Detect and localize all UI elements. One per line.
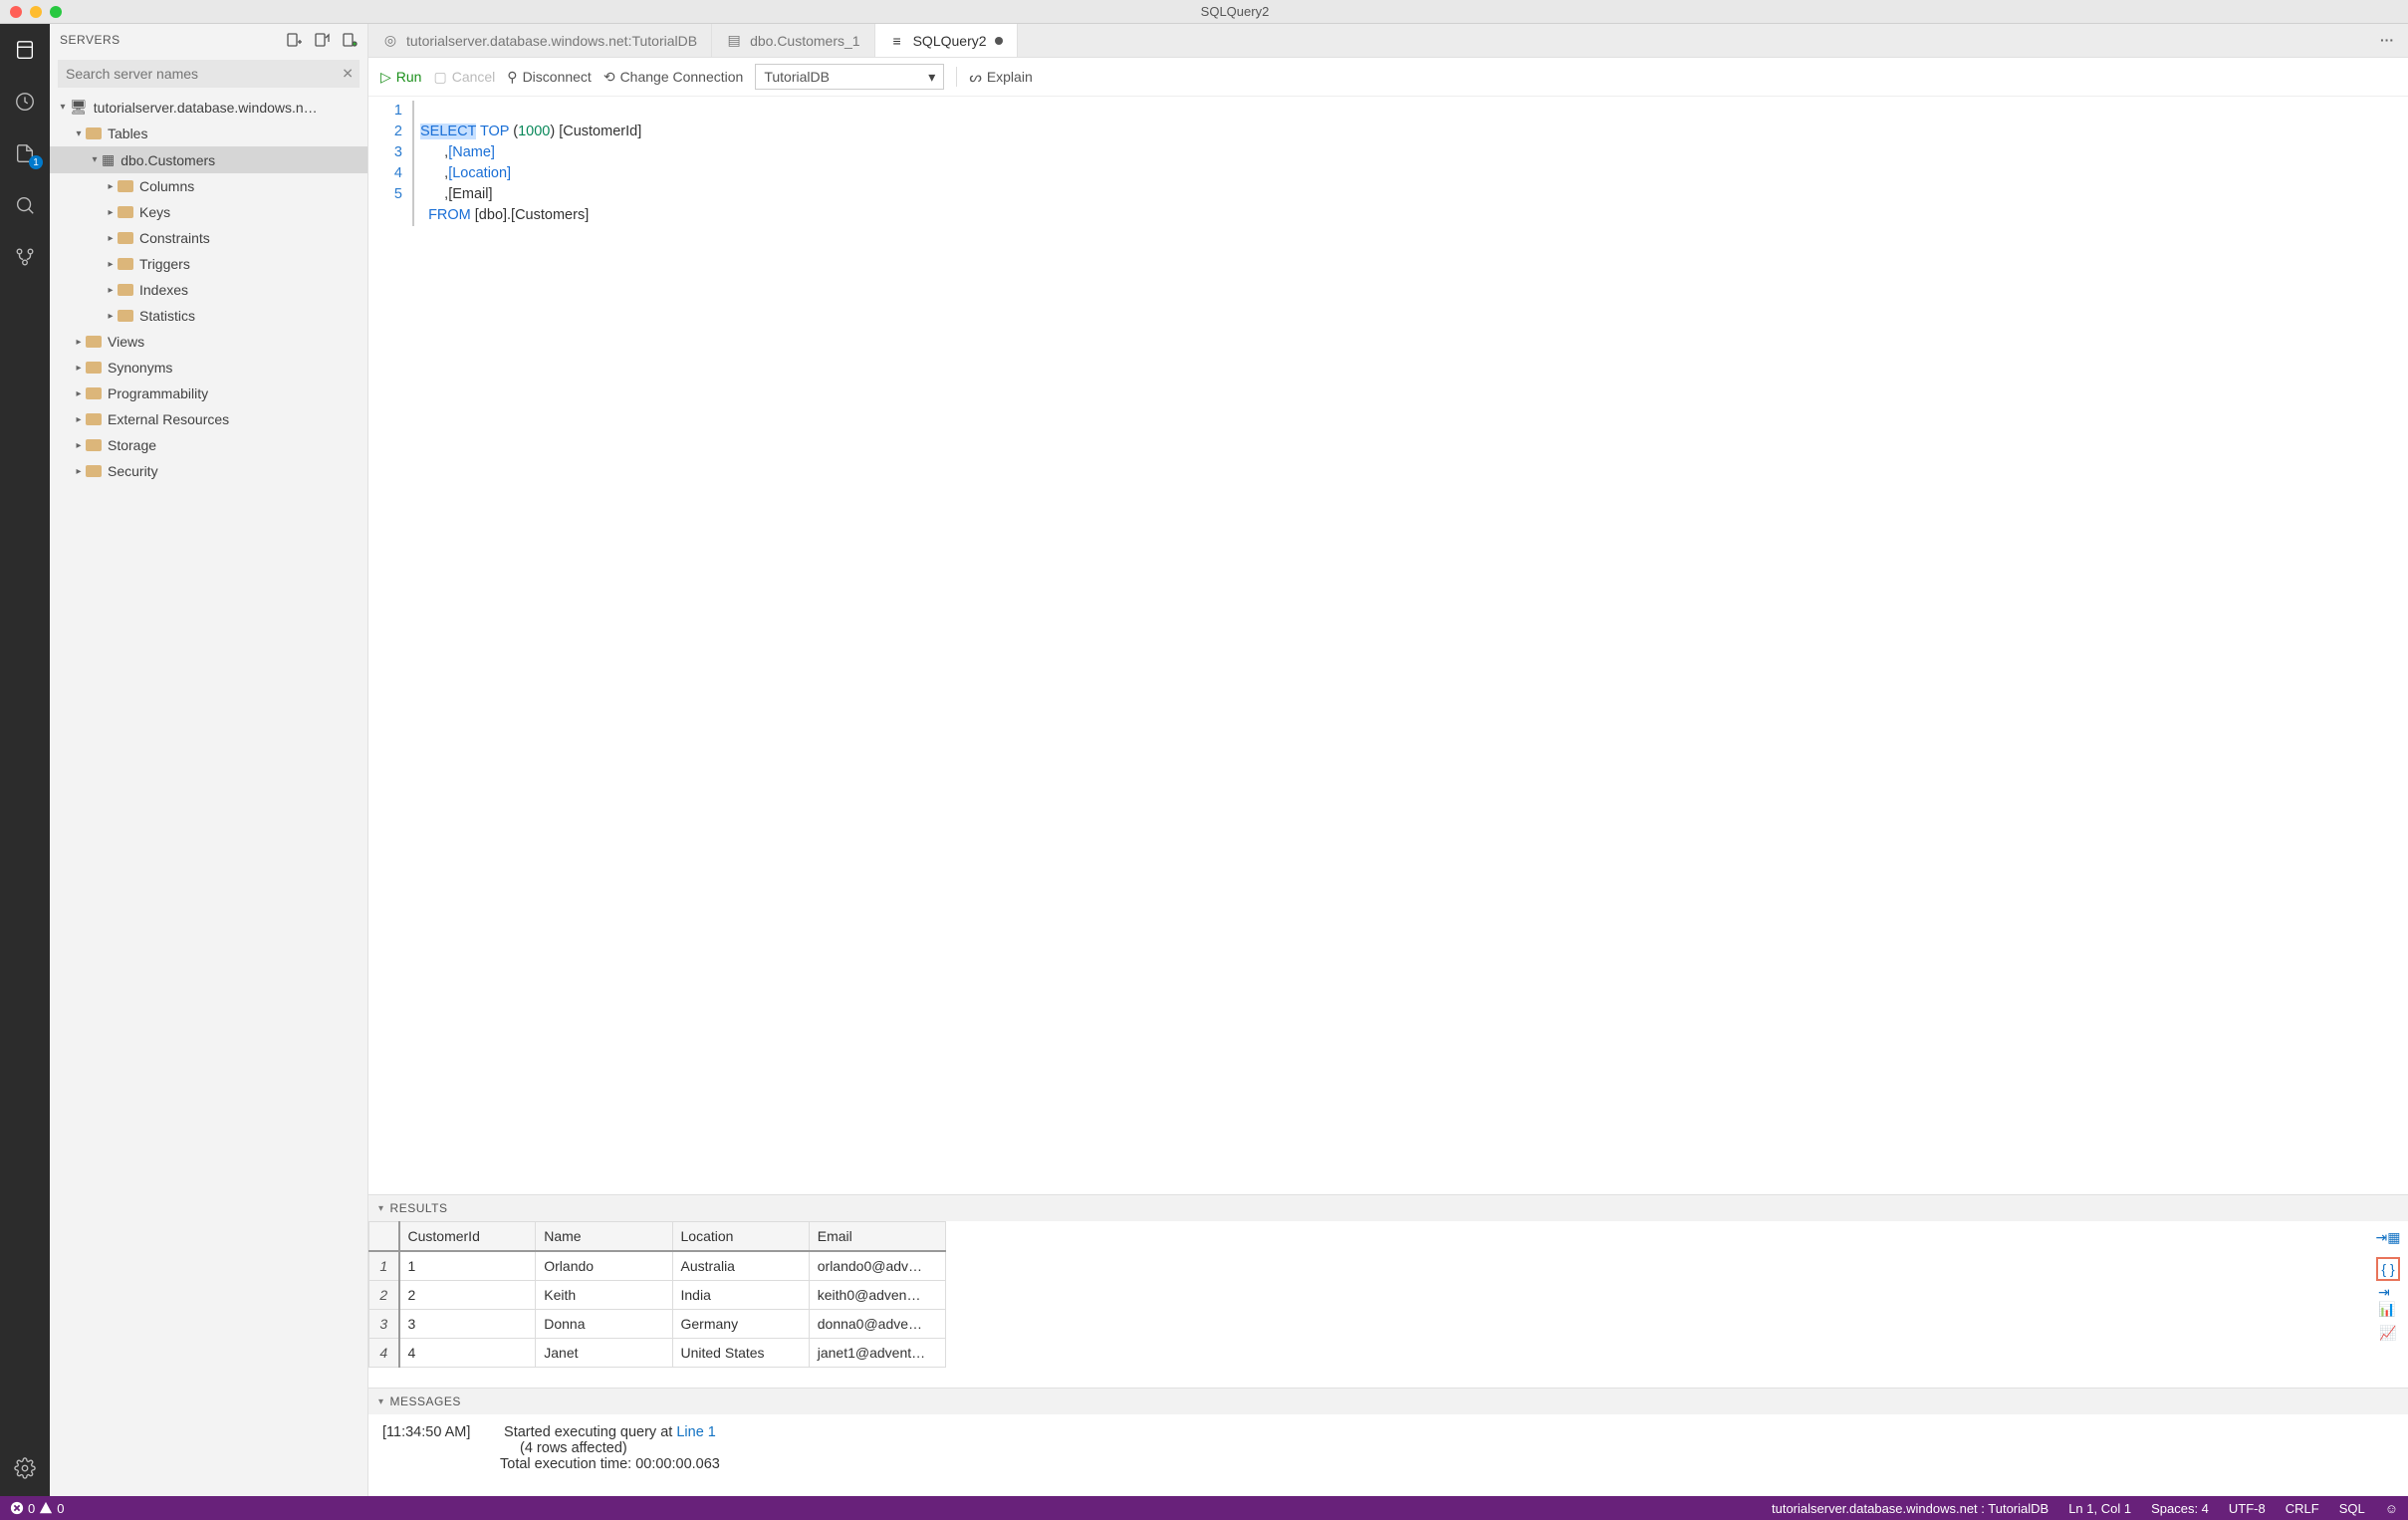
window-title: SQLQuery2 (62, 4, 2408, 19)
database-select[interactable]: TutorialDB (755, 64, 944, 90)
tab-overflow-button[interactable]: ··· (2366, 24, 2408, 57)
table-row[interactable]: 33DonnaGermanydonna0@adve… (369, 1310, 946, 1339)
activity-bar: 1 (0, 24, 50, 1496)
tree-folder[interactable]: ▸Columns (50, 173, 367, 199)
server-node[interactable]: ▾🖥 tutorialserver.database.windows.n… (50, 94, 367, 121)
tree-folder[interactable]: ▸Views (50, 329, 367, 355)
settings-activity-icon[interactable] (11, 1454, 39, 1482)
source-control-activity-icon[interactable] (11, 243, 39, 271)
sidebar-title: SERVERS (60, 33, 286, 47)
table-row[interactable]: 44JanetUnited Statesjanet1@advent… (369, 1339, 946, 1368)
line-gutter: 12345 (368, 101, 412, 226)
explorer-badge: 1 (29, 155, 43, 169)
save-excel-icon[interactable]: ⇥📊 (2378, 1291, 2398, 1311)
explain-button[interactable]: ᔕ Explain (969, 69, 1032, 86)
code-content[interactable]: SELECT TOP (1000) [CustomerId] ,[Name] ,… (412, 101, 2408, 226)
editor-tabs: ◎tutorialserver.database.windows.net:Tut… (368, 24, 2408, 58)
explorer-activity-icon[interactable]: 1 (11, 139, 39, 167)
tree-folder[interactable]: ▸Programmability (50, 380, 367, 406)
refresh-servers-icon[interactable] (342, 32, 358, 48)
tree-folder[interactable]: ▸Indexes (50, 277, 367, 303)
server-tree: ▾🖥 tutorialserver.database.windows.n… ▾ … (50, 94, 367, 1496)
status-language[interactable]: SQL (2329, 1501, 2375, 1516)
message-line-link[interactable]: Line 1 (676, 1424, 716, 1440)
servers-sidebar: SERVERS ✕ ▾🖥 tutorialserver.database.win… (50, 24, 368, 1496)
status-encoding[interactable]: UTF-8 (2219, 1501, 2276, 1516)
servers-activity-icon[interactable] (11, 36, 39, 64)
dirty-indicator-icon (995, 37, 1003, 45)
cancel-button[interactable]: ▢ Cancel (433, 69, 495, 86)
sql-editor[interactable]: 12345 SELECT TOP (1000) [CustomerId] ,[N… (368, 97, 2408, 230)
status-errors[interactable]: 0 0 (0, 1501, 74, 1516)
status-position[interactable]: Ln 1, Col 1 (2058, 1501, 2141, 1516)
tree-folder[interactable]: ▸Synonyms (50, 355, 367, 380)
disconnect-button[interactable]: ⚲ Disconnect (507, 69, 592, 86)
tree-folder[interactable]: ▸Statistics (50, 303, 367, 329)
status-bar: 0 0 tutorialserver.database.windows.net … (0, 1496, 2408, 1520)
save-json-icon[interactable]: { } (2378, 1259, 2398, 1279)
chart-icon[interactable]: 📈 (2378, 1323, 2398, 1343)
status-eol[interactable]: CRLF (2276, 1501, 2329, 1516)
editor-tab[interactable]: ▤dbo.Customers_1 (712, 24, 875, 57)
tables-node[interactable]: ▾ Tables (50, 121, 367, 146)
change-connection-button[interactable]: ⟲ Change Connection (603, 69, 744, 86)
close-window-button[interactable] (10, 6, 22, 18)
result-actions: ⇥▦ { } ⇥📊 📈 (2368, 1221, 2408, 1388)
status-feedback-icon[interactable]: ☺ (2375, 1501, 2408, 1516)
editor-tab[interactable]: ≡SQLQuery2 (875, 24, 1018, 57)
zoom-window-button[interactable] (50, 6, 62, 18)
editor-tab[interactable]: ◎tutorialserver.database.windows.net:Tut… (368, 24, 712, 57)
messages-title: MESSAGES (390, 1394, 461, 1408)
table-icon: ▤ (726, 32, 742, 49)
status-connection[interactable]: tutorialserver.database.windows.net : Tu… (1762, 1501, 2058, 1516)
tree-folder[interactable]: ▸External Resources (50, 406, 367, 432)
column-header[interactable]: Location (672, 1222, 809, 1252)
db-icon: ≡ (889, 33, 905, 49)
column-header[interactable]: CustomerId (399, 1222, 536, 1252)
new-connection-icon[interactable] (286, 32, 302, 48)
dashboard-icon: ◎ (382, 32, 398, 49)
save-csv-icon[interactable]: ⇥▦ (2378, 1227, 2398, 1247)
titlebar: SQLQuery2 (0, 0, 2408, 24)
run-button[interactable]: ▷ Run (380, 69, 421, 86)
window-controls (0, 6, 62, 18)
search-activity-icon[interactable] (11, 191, 39, 219)
history-activity-icon[interactable] (11, 88, 39, 116)
column-header[interactable]: Email (809, 1222, 945, 1252)
server-search-input[interactable] (58, 60, 360, 88)
tree-folder[interactable]: ▸Constraints (50, 225, 367, 251)
minimize-window-button[interactable] (30, 6, 42, 18)
tree-folder[interactable]: ▸Security (50, 458, 367, 484)
tree-folder[interactable]: ▸Storage (50, 432, 367, 458)
table-row[interactable]: 11OrlandoAustraliaorlando0@adv… (369, 1251, 946, 1281)
tree-folder[interactable]: ▸Keys (50, 199, 367, 225)
query-toolbar: ▷ Run ▢ Cancel ⚲ Disconnect ⟲ Change Con… (368, 58, 2408, 97)
clear-search-icon[interactable]: ✕ (342, 66, 354, 83)
messages-panel: ▾MESSAGES [11:34:50 AM] Started executin… (368, 1388, 2408, 1496)
table-row[interactable]: 22KeithIndiakeith0@adven… (369, 1281, 946, 1310)
new-group-icon[interactable] (314, 32, 330, 48)
tree-folder[interactable]: ▸Triggers (50, 251, 367, 277)
results-panel: ▾RESULTS CustomerIdNameLocationEmail 11O… (368, 1194, 2408, 1388)
column-header[interactable]: Name (536, 1222, 672, 1252)
results-title: RESULTS (390, 1201, 448, 1215)
status-spaces[interactable]: Spaces: 4 (2141, 1501, 2219, 1516)
editor-area: ◎tutorialserver.database.windows.net:Tut… (368, 24, 2408, 1496)
message-timestamp: [11:34:50 AM] (382, 1424, 500, 1440)
results-grid[interactable]: CustomerIdNameLocationEmail 11OrlandoAus… (368, 1221, 946, 1368)
table-node-customers[interactable]: ▾▦ dbo.Customers (50, 146, 367, 173)
